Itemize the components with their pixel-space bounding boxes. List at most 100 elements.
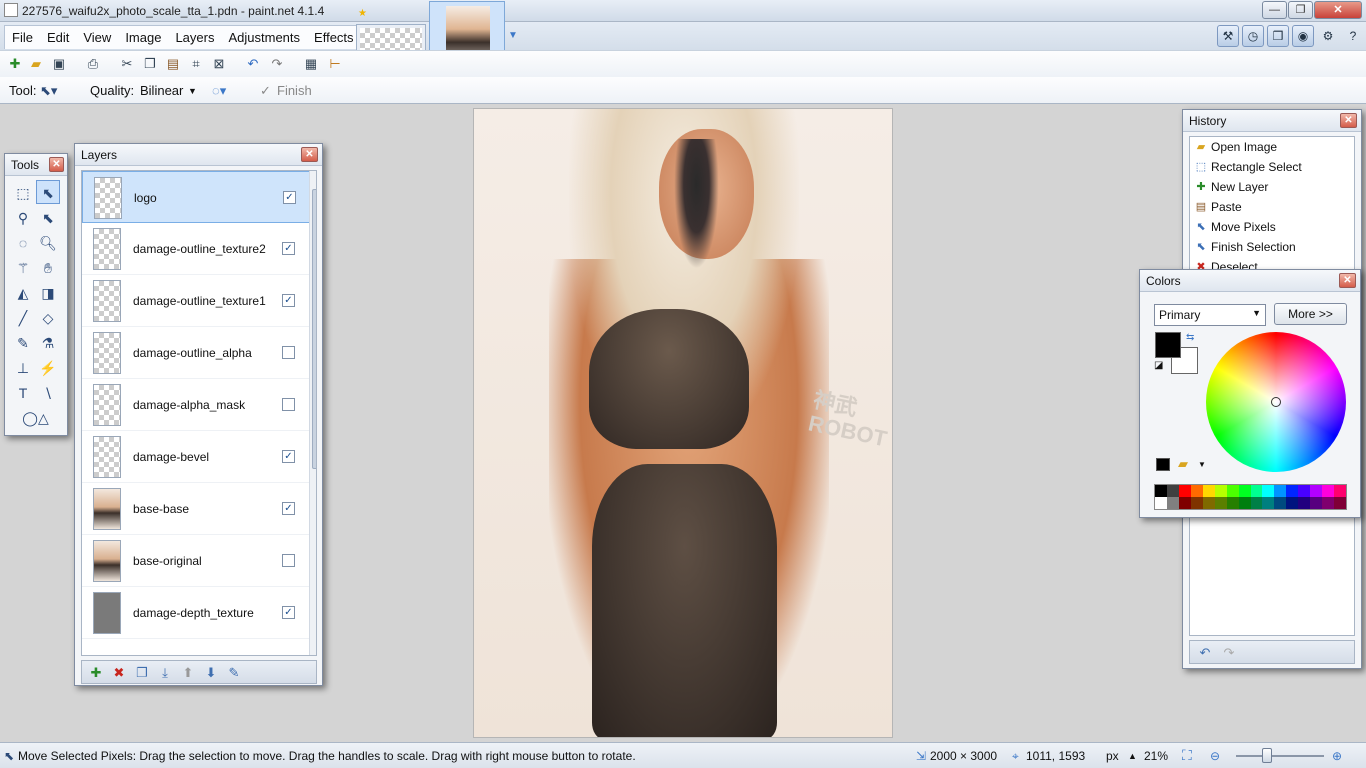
clone-stamp-tool-icon[interactable]: ⊥ [11,355,35,379]
zoom-to-window-icon[interactable]: ⛶ [1182,747,1192,764]
primary-color-swatch[interactable] [1155,332,1181,358]
history-item[interactable]: ⬉ Move Pixels [1190,217,1354,237]
colors-panel-close-icon[interactable]: ✕ [1339,273,1356,288]
palette-swatch[interactable] [1298,497,1311,509]
swap-colors-icon[interactable]: ⇆ [1186,332,1194,343]
reset-colors-icon[interactable]: ◪ [1154,360,1163,371]
layer-visibility-checkbox[interactable]: ✓ [282,242,295,255]
menu-adjustments[interactable]: Adjustments [221,26,307,49]
layers-scrollbar[interactable] [309,171,316,655]
palette-swatch[interactable] [1155,485,1167,497]
palette-swatch[interactable] [1310,497,1323,509]
quality-dropdown-arrow-icon[interactable]: ▼ [188,86,197,96]
layers-panel-close-icon[interactable]: ✕ [301,147,318,162]
palette-swatch[interactable] [1190,497,1203,509]
zoom-tool-icon[interactable]: 🔍︎ [36,230,60,254]
magic-wand-tool-icon[interactable]: ⚚ [11,255,35,279]
pencil-tool-icon[interactable]: ✎ [11,330,35,354]
merge-layer-down-icon[interactable]: ⤓ [156,664,174,682]
palette-swatch[interactable] [1226,497,1239,509]
layer-visibility-checkbox[interactable] [282,554,295,567]
rectangle-select-tool-icon[interactable]: ⬚ [11,180,35,204]
quality-dropdown[interactable]: Bilinear [140,83,183,98]
paint-bucket-tool-icon[interactable]: ◭ [11,280,35,304]
eraser-tool-icon[interactable]: ◇ [36,305,60,329]
layer-row[interactable]: damage-outline_texture2 ✓ [82,223,316,275]
zoom-slider-thumb[interactable] [1262,748,1272,763]
palette-swatch[interactable] [1202,485,1215,497]
layer-properties-icon[interactable]: ✎ [225,664,243,682]
tools-toggle-icon[interactable]: ⚒ [1217,25,1239,47]
tools-panel-close-icon[interactable]: ✕ [49,157,64,172]
color-wheel[interactable] [1206,332,1346,472]
layer-row[interactable]: damage-outline_texture1 ✓ [82,275,316,327]
cut-icon[interactable]: ✂ [118,55,136,73]
move-layer-up-icon[interactable]: ⬆ [179,664,197,682]
palette-swatch[interactable] [1334,485,1346,497]
minimize-button[interactable]: — [1262,1,1287,19]
new-image-icon[interactable]: ✚ [6,55,24,73]
current-tool-icon[interactable]: ⬉▾ [40,83,57,99]
shapes-tool-icon[interactable]: ◯△ [11,405,60,429]
text-tool-icon[interactable]: T [11,380,35,404]
maximize-button[interactable]: ❐ [1288,1,1313,19]
lasso-select-tool-icon[interactable]: ⚲ [11,205,35,229]
history-item[interactable]: ▰ Open Image [1190,137,1354,157]
palette-swatch[interactable] [1202,497,1215,509]
palette-swatch[interactable] [1178,497,1191,509]
paintbrush-tool-icon[interactable]: ╱ [11,305,35,329]
palette-swatch[interactable] [1334,497,1346,509]
palette-swatch[interactable] [1322,497,1335,509]
palette-swatch[interactable] [1262,497,1275,509]
palette-swatch[interactable] [1226,485,1239,497]
palette-swatch[interactable] [1166,497,1179,509]
layer-row[interactable]: damage-alpha_mask [82,379,316,431]
palette-swatch[interactable] [1286,485,1299,497]
palette-swatch[interactable] [1286,497,1299,509]
move-selected-pixels-tool-icon[interactable]: ⬉ [36,180,60,204]
zoom-out-icon[interactable]: ⊖ [1210,749,1220,763]
history-toggle-icon[interactable]: ◷ [1242,25,1264,47]
palette-swatch[interactable] [1214,497,1227,509]
menu-view[interactable]: View [76,26,118,49]
move-layer-down-icon[interactable]: ⬇ [202,664,220,682]
close-button[interactable]: ✕ [1314,1,1362,19]
ellipse-select-tool-icon[interactable]: ◌ [11,230,35,254]
layer-row[interactable]: base-base ✓ [82,483,316,535]
palette-swatch[interactable] [1178,485,1191,497]
palette-swatch[interactable] [1262,485,1275,497]
history-item[interactable]: ▤ Paste [1190,197,1354,217]
paste-icon[interactable]: ▤ [164,55,182,73]
undo-icon[interactable]: ↶ [244,55,262,73]
color-mode-dropdown[interactable]: Primary ▼ [1154,304,1266,326]
color-picker-tool-icon[interactable]: ⚗ [36,330,60,354]
pan-tool-icon[interactable]: ✋︎ [36,255,60,279]
save-icon[interactable]: ▣ [50,55,68,73]
redo-icon[interactable]: ↷ [268,55,286,73]
layers-toggle-icon[interactable]: ❒ [1267,25,1289,47]
layer-visibility-checkbox[interactable] [282,346,295,359]
palette-swatch[interactable] [1250,485,1263,497]
palette-swatch[interactable] [1238,497,1251,509]
layer-row[interactable]: damage-outline_alpha [82,327,316,379]
history-redo-icon[interactable]: ↷ [1220,644,1238,662]
layer-visibility-checkbox[interactable]: ✓ [282,502,295,515]
deselect-icon[interactable]: ⊠ [210,55,228,73]
finish-button[interactable]: Finish [277,83,312,98]
zoom-slider-track[interactable] [1236,755,1324,757]
menu-layers[interactable]: Layers [168,26,221,49]
history-item[interactable]: ⬉ Finish Selection [1190,237,1354,257]
layer-row[interactable]: damage-depth_texture ✓ [82,587,316,639]
layer-visibility-checkbox[interactable]: ✓ [283,191,296,204]
palette-menu-icon[interactable]: ▰ [1178,456,1188,472]
crop-icon[interactable]: ⌗ [187,55,205,73]
layer-row[interactable]: damage-bevel ✓ [82,431,316,483]
menu-image[interactable]: Image [118,26,168,49]
palette-swatch[interactable] [1274,485,1287,497]
help-icon[interactable]: ? [1342,25,1364,47]
selection-mode-icon[interactable]: ◌▾ [212,83,226,99]
more-colors-button[interactable]: More >> [1274,303,1347,325]
layer-row[interactable]: base-original [82,535,316,587]
menu-file[interactable]: File [5,26,40,49]
history-panel-close-icon[interactable]: ✕ [1340,113,1357,128]
